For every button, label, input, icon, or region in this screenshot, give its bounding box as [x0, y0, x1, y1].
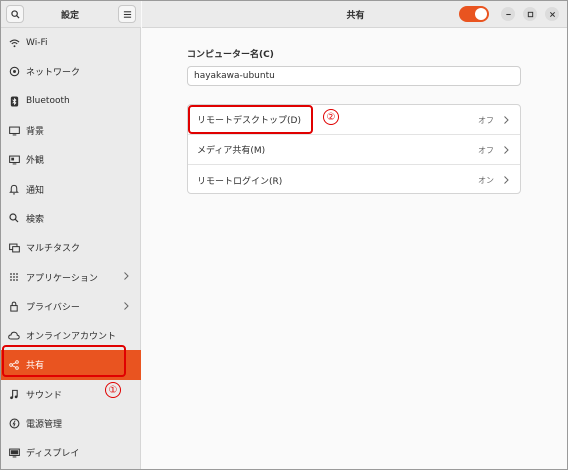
sidebar-item-notifications[interactable]: 通知 — [1, 174, 141, 203]
sidebar-item-wifi[interactable]: Wi-Fi — [1, 28, 141, 57]
row-label: リモートデスクトップ(D) — [197, 116, 301, 126]
sidebar-item-label: ディスプレイ — [26, 449, 80, 460]
row-label: メディア共有(M) — [197, 146, 266, 156]
bluetooth-icon — [8, 95, 20, 107]
sidebar-list: Wi-Fi ネットワーク Bluetooth 背景 外観 通知 検索 マルチタス… — [1, 28, 141, 467]
search-icon — [10, 9, 20, 19]
sidebar-item-label: マルチタスク — [26, 244, 81, 255]
list-item-remote-login[interactable]: リモートログイン(R) オン — [188, 165, 520, 193]
multitask-icon — [8, 242, 20, 254]
sidebar-item-label: プライバシー — [26, 302, 80, 313]
wifi-icon — [8, 37, 20, 49]
chevron-right-icon — [504, 176, 509, 184]
row-status: オフ — [478, 116, 494, 125]
sidebar-item-network[interactable]: ネットワーク — [1, 57, 141, 86]
sidebar-header: 設定 — [1, 1, 141, 28]
sidebar-item-power[interactable]: 電源管理 — [1, 409, 141, 438]
sidebar-item-bluetooth[interactable]: Bluetooth — [1, 87, 141, 116]
row-status: オン — [478, 176, 494, 185]
search-icon — [8, 212, 20, 224]
toggle-knob — [475, 8, 487, 20]
maximize-icon — [527, 11, 533, 17]
sidebar-item-multitask[interactable]: マルチタスク — [1, 233, 141, 262]
sidebar-title: 設定 — [60, 11, 79, 21]
sidebar-item-label: 背景 — [26, 127, 45, 138]
sidebar-item-sharing[interactable]: 共有 — [1, 350, 141, 380]
sidebar-item-label: Wi-Fi — [26, 37, 48, 48]
appearance-icon — [8, 154, 20, 166]
sidebar: 設定 Wi-Fi ネットワーク Bluetooth 背景 外観 通知 検索 マル… — [1, 1, 141, 469]
cloud-icon — [8, 330, 20, 342]
chevron-right-icon — [504, 146, 509, 154]
close-button[interactable] — [545, 7, 559, 21]
computer-name-label: コンピューター名(C) — [187, 50, 274, 60]
sidebar-item-privacy[interactable]: プライバシー — [1, 292, 141, 321]
annotation-marker-2: ② — [323, 109, 339, 125]
sidebar-item-label: 通知 — [26, 185, 45, 196]
sharing-toggle[interactable] — [459, 6, 489, 22]
chevron-right-icon — [504, 116, 509, 124]
network-icon — [8, 66, 20, 78]
background-icon — [8, 125, 20, 137]
sidebar-item-label: サウンド — [26, 390, 63, 401]
sidebar-item-label: アプリケーション — [26, 273, 98, 284]
main-panel: 共有 コンピューター名(C) hayakawa-ubuntu リモートデスクトッ… — [142, 1, 567, 469]
hamburger-menu-icon — [123, 10, 131, 18]
list-item-remote-desktop[interactable]: リモートデスクトップ(D) オフ — [188, 105, 520, 135]
minimize-button[interactable] — [501, 7, 515, 21]
hamburger-menu-button[interactable] — [118, 5, 136, 23]
sidebar-item-appearance[interactable]: 外観 — [1, 145, 141, 174]
chevron-right-icon — [124, 301, 129, 310]
sidebar-search-button[interactable] — [6, 5, 24, 23]
sidebar-item-sound[interactable]: サウンド — [1, 380, 141, 409]
sharing-services-list: リモートデスクトップ(D) オフ メディア共有(M) オフ リモートログイン(R… — [187, 104, 521, 194]
row-status: オフ — [478, 146, 494, 155]
sidebar-item-display[interactable]: ディスプレイ — [1, 438, 141, 467]
display-icon — [8, 447, 20, 459]
bell-icon — [8, 183, 20, 195]
close-icon — [549, 11, 555, 17]
sidebar-item-label: 外観 — [26, 156, 45, 167]
sidebar-item-label: 検索 — [26, 214, 45, 225]
sidebar-item-search[interactable]: 検索 — [1, 204, 141, 233]
sidebar-item-label: オンラインアカウント — [26, 332, 117, 343]
power-icon — [8, 418, 20, 430]
row-label: リモートログイン(R) — [197, 176, 283, 187]
chevron-right-icon — [124, 272, 129, 281]
share-icon — [8, 359, 20, 371]
sidebar-item-online-accounts[interactable]: オンラインアカウント — [1, 321, 141, 350]
header-bar: 共有 — [142, 1, 567, 28]
computer-name-field[interactable]: hayakawa-ubuntu — [187, 66, 521, 86]
sidebar-item-label: ネットワーク — [26, 68, 81, 79]
music-note-icon — [8, 388, 20, 400]
minimize-icon — [505, 13, 511, 15]
annotation-marker-1: ① — [105, 382, 121, 398]
sidebar-item-label: 電源管理 — [26, 420, 63, 430]
sidebar-item-label: Bluetooth — [26, 96, 70, 107]
sidebar-item-background[interactable]: 背景 — [1, 116, 141, 145]
sidebar-item-label: 共有 — [26, 361, 45, 372]
settings-window: 設定 Wi-Fi ネットワーク Bluetooth 背景 外観 通知 検索 マル… — [0, 0, 568, 470]
sidebar-item-applications[interactable]: アプリケーション — [1, 262, 141, 291]
maximize-button[interactable] — [523, 7, 537, 21]
list-item-media-sharing[interactable]: メディア共有(M) オフ — [188, 135, 520, 165]
apps-grid-icon — [8, 271, 20, 283]
lock-icon — [8, 300, 20, 312]
